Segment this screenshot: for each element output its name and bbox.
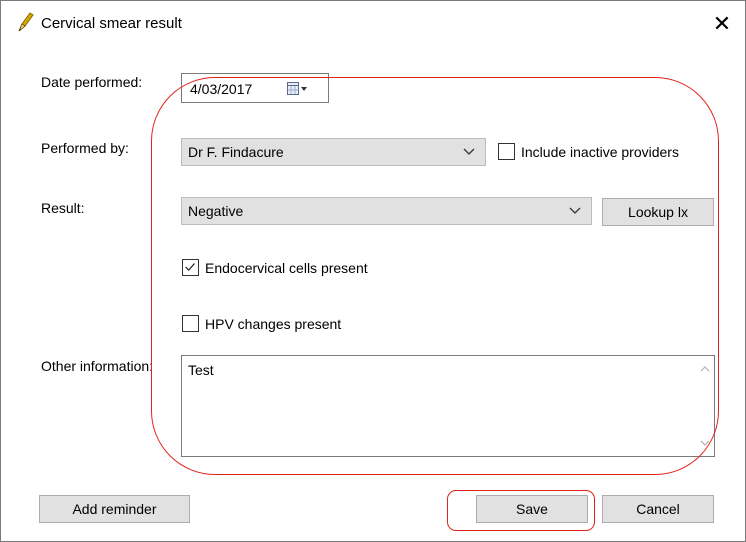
result-label: Result: (41, 200, 85, 216)
textarea-scrollbar[interactable] (696, 356, 714, 456)
cancel-button[interactable]: Cancel (602, 495, 714, 523)
endocervical-checkbox[interactable]: Endocervical cells present (182, 259, 368, 276)
other-information-value: Test (188, 362, 214, 378)
include-inactive-label: Include inactive providers (521, 143, 679, 160)
checkmark-icon (185, 263, 195, 272)
performed-by-dropdown[interactable]: Dr F. Findacure (181, 138, 486, 166)
dialog-window: Cervical smear result ✕ Date performed: … (0, 0, 746, 542)
close-button[interactable]: ✕ (707, 9, 737, 39)
date-performed-label: Date performed: (41, 74, 143, 90)
save-button[interactable]: Save (476, 495, 588, 523)
hpv-checkbox[interactable]: HPV changes present (182, 315, 341, 332)
result-dropdown[interactable]: Negative (181, 197, 592, 225)
lookup-button[interactable]: Lookup lx (602, 198, 714, 226)
date-performed-picker[interactable]: 4/03/2017 (181, 73, 329, 103)
endocervical-box[interactable] (182, 259, 199, 276)
performed-by-label: Performed by: (41, 140, 129, 156)
other-information-textarea[interactable]: Test (181, 355, 715, 457)
add-reminder-button[interactable]: Add reminder (39, 495, 190, 523)
other-information-label: Other information: (41, 358, 154, 374)
chevron-down-icon (463, 148, 475, 155)
result-value: Negative (188, 203, 244, 219)
include-inactive-checkbox[interactable]: Include inactive providers (498, 143, 679, 160)
chevron-down-icon (569, 207, 581, 214)
close-icon: ✕ (712, 11, 732, 36)
endocervical-label: Endocervical cells present (205, 259, 368, 276)
hpv-label: HPV changes present (205, 315, 342, 332)
include-inactive-box[interactable] (498, 143, 515, 160)
calendar-dropdown-icon[interactable] (287, 82, 309, 96)
scroll-up-icon[interactable] (700, 364, 710, 374)
hpv-box[interactable] (182, 315, 199, 332)
scroll-down-icon[interactable] (700, 438, 710, 448)
date-performed-value: 4/03/2017 (190, 81, 253, 97)
title-bar: Cervical smear result ✕ (1, 1, 745, 45)
window-title: Cervical smear result (41, 15, 182, 32)
performed-by-value: Dr F. Findacure (188, 144, 284, 160)
pencil-icon (18, 12, 34, 32)
